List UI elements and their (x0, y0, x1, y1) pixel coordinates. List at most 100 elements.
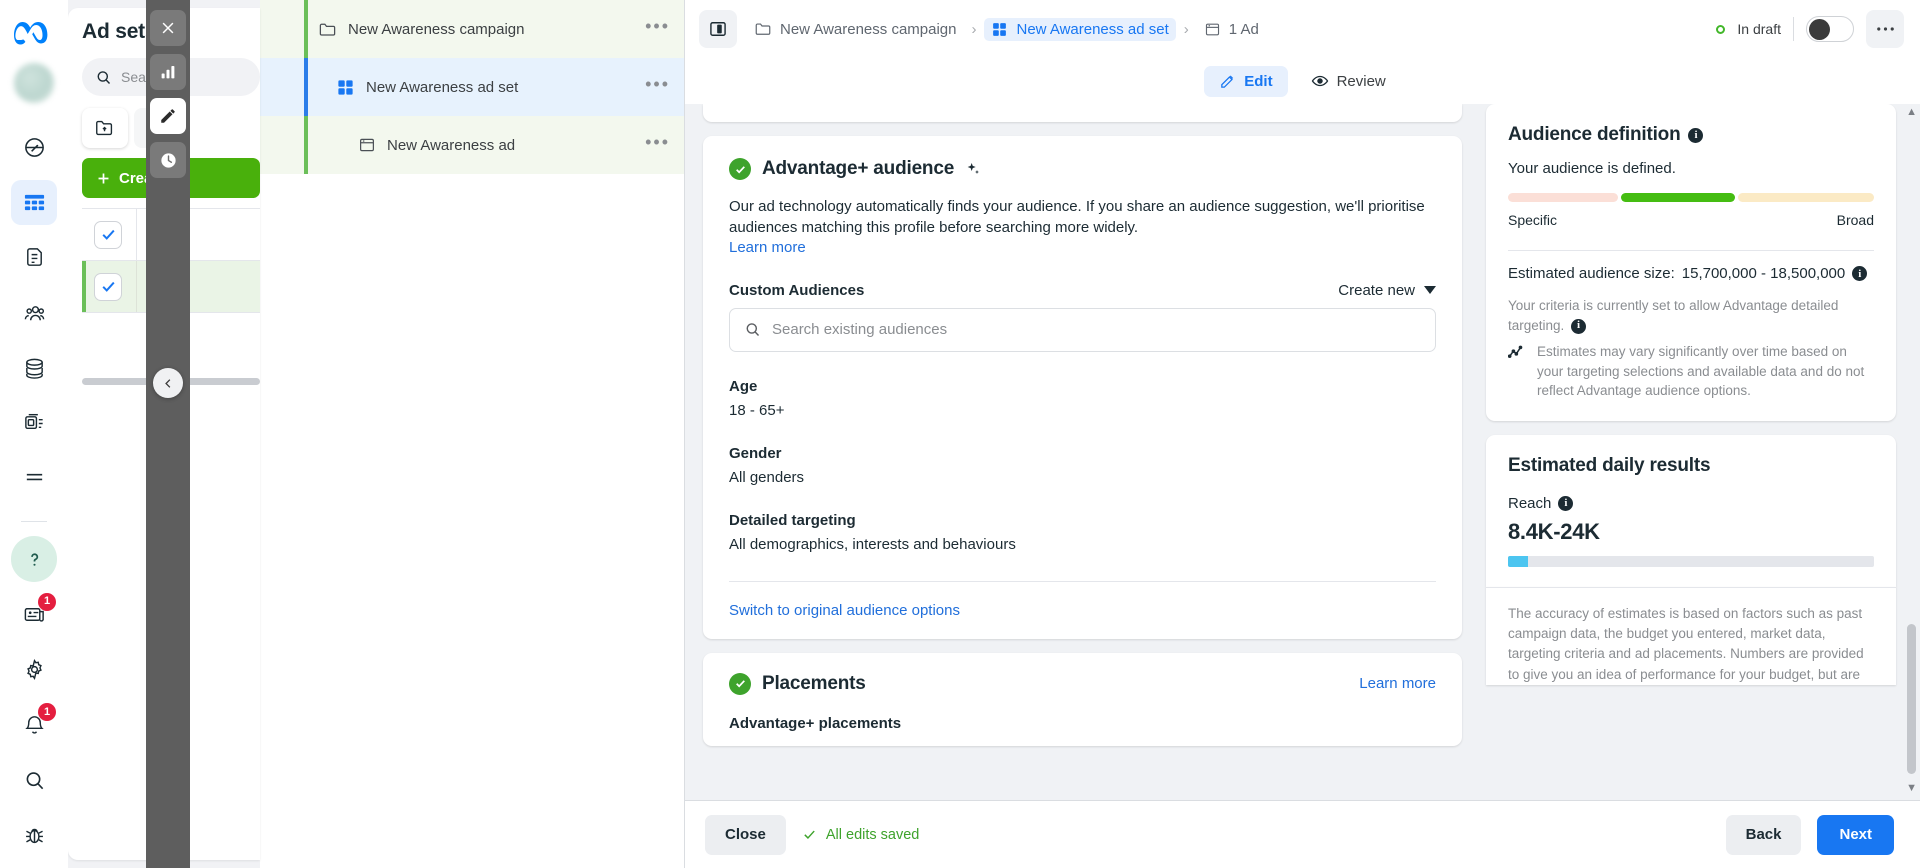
next-button[interactable]: Next (1817, 814, 1894, 855)
switch-audience-options-link[interactable]: Switch to original audience options (729, 602, 1436, 619)
search-icon (746, 323, 760, 337)
scroll-up-arrow-icon[interactable]: ▲ (1906, 106, 1917, 118)
info-icon[interactable]: i (1571, 318, 1587, 334)
breadcrumb-item-ad[interactable]: 1 Ad (1197, 18, 1266, 41)
tree-item-menu[interactable]: ••• (645, 75, 670, 99)
dashboard-icon[interactable] (11, 125, 57, 170)
meta-logo-icon[interactable] (11, 14, 57, 53)
audiences-icon[interactable] (11, 290, 57, 335)
breadcrumb-item-campaign[interactable]: New Awareness campaign (747, 17, 963, 41)
info-icon[interactable]: i (1852, 266, 1868, 281)
gauge-label-specific: Specific (1508, 212, 1558, 228)
folder-icon (319, 23, 336, 36)
reach-progress-bar (1508, 555, 1874, 567)
gender-value: All genders (729, 468, 805, 486)
chart-bar-icon[interactable] (150, 54, 186, 90)
tab-label: Review (1336, 72, 1386, 90)
detailed-targeting-value: All demographics, interests and behaviou… (729, 535, 1016, 553)
gauge-segment-optimal (1620, 193, 1736, 202)
pencil-edit-icon (1221, 75, 1234, 88)
tab-edit[interactable]: Edit (1204, 65, 1288, 97)
page-scrollbar[interactable] (1907, 624, 1916, 774)
save-status-label: All edits saved (825, 826, 920, 843)
table-grid-icon[interactable] (11, 179, 57, 226)
ad-window-icon (360, 138, 374, 152)
criteria-note: Your criteria is currently set to allow … (1508, 296, 1874, 335)
bug-icon[interactable] (11, 813, 57, 858)
gender-label: Gender (729, 444, 782, 462)
news-badge: 1 (38, 592, 56, 611)
info-icon[interactable]: i (1688, 127, 1704, 143)
folder-tab[interactable] (82, 108, 128, 148)
gauge-segment-specific (1508, 193, 1618, 202)
tree-item-label: New Awareness campaign (348, 20, 525, 38)
notifications-bell-icon[interactable]: 1 (11, 702, 57, 747)
advantage-audience-header: Advantage+ audience (729, 158, 1436, 180)
content-area: Advantage+ audience Our ad technology au… (685, 104, 1920, 800)
audience-definition-card: Audience definition i Your audience is d… (1486, 104, 1896, 421)
campaign-tree-panel: New Awareness campaign ••• New Awareness… (260, 0, 685, 868)
create-new-dropdown[interactable]: Create new (1338, 282, 1436, 299)
audience-definition-title-wrap: Audience definition i (1508, 124, 1874, 146)
tree-item-menu[interactable]: ••• (645, 17, 670, 41)
estimated-size-label: Estimated audience size: (1508, 265, 1675, 282)
tree-item-ad[interactable]: New Awareness ad ••• (260, 116, 684, 174)
scroll-down-arrow-icon[interactable]: ▼ (1906, 782, 1917, 794)
placements-learn-more-link[interactable]: Learn more (1359, 675, 1436, 692)
side-panel-toggle-icon[interactable] (699, 10, 737, 48)
audience-search-placeholder: Search existing audiences (772, 321, 948, 339)
estimated-audience-size: Estimated audience size: 15,700,000 - 18… (1508, 265, 1874, 282)
accuracy-note-text: The accuracy of estimates is based on fa… (1508, 605, 1864, 682)
bottom-action-bar: Close All edits saved Back Next (685, 800, 1920, 868)
save-status: All edits saved (802, 827, 1710, 843)
news-icon[interactable]: 1 (11, 592, 57, 637)
row-checkbox[interactable] (94, 220, 122, 249)
criteria-note-text: Your criteria is currently set to allow … (1508, 298, 1839, 333)
close-icon[interactable] (150, 10, 186, 46)
placements-title-wrap: Placements (729, 672, 866, 695)
adset-grid-icon (338, 79, 353, 95)
billing-icon[interactable] (11, 346, 57, 391)
status-toggle[interactable] (1806, 16, 1854, 42)
sparkle-icon (967, 163, 980, 174)
estimates-note-text: Estimates may vary significantly over ti… (1537, 344, 1865, 399)
help-icon[interactable] (11, 536, 57, 582)
chevron-left-icon[interactable] (153, 368, 183, 398)
pages-icon[interactable] (11, 235, 57, 280)
previous-card-cutoff (703, 104, 1462, 122)
settings-column: Advantage+ audience Our ad technology au… (685, 104, 1480, 800)
search-icon[interactable] (11, 757, 57, 802)
back-button[interactable]: Back (1725, 814, 1802, 855)
history-clock-icon[interactable] (150, 142, 186, 178)
check-icon (101, 229, 115, 240)
row-checkbox[interactable] (94, 272, 122, 301)
breadcrumb-item-adset[interactable]: New Awareness ad set (984, 17, 1176, 41)
create-new-label: Create new (1338, 281, 1415, 299)
rail-divider (21, 521, 47, 523)
tree-item-adset[interactable]: New Awareness ad set ••• (260, 58, 684, 116)
tree-item-menu[interactable]: ••• (645, 133, 670, 157)
tab-review[interactable]: Review (1296, 65, 1401, 97)
audience-search-input[interactable]: Search existing audiences (729, 307, 1436, 352)
placements-card: Placements Learn more Advantage+ placeme… (703, 652, 1462, 746)
tree-item-campaign[interactable]: New Awareness campaign ••• (260, 0, 684, 58)
more-horizontal-icon[interactable] (1866, 10, 1904, 48)
floating-dark-toolbar (146, 0, 190, 868)
tree-item-label: New Awareness ad (387, 136, 516, 154)
settings-gear-icon[interactable] (11, 647, 57, 692)
close-button[interactable]: Close (705, 814, 786, 855)
menu-icon[interactable] (11, 456, 57, 501)
breadcrumb: New Awareness campaign › New Awareness a… (747, 17, 1706, 41)
advantage-placements-label: Advantage+ placements (729, 714, 902, 732)
ads-reporting-icon[interactable] (11, 401, 57, 446)
pencil-edit-icon[interactable] (150, 98, 186, 134)
check-icon (101, 281, 115, 292)
learn-more-link[interactable]: Learn more (729, 239, 1436, 256)
reach-progress-fill (1508, 555, 1529, 567)
audience-status-text: Your audience is defined. (1508, 160, 1676, 177)
status-badge: In draft (1737, 21, 1781, 37)
user-avatar[interactable] (14, 63, 54, 103)
daily-results-title: Estimated daily results (1508, 454, 1711, 476)
trend-line-icon (1508, 345, 1523, 359)
info-icon[interactable]: i (1558, 495, 1574, 511)
